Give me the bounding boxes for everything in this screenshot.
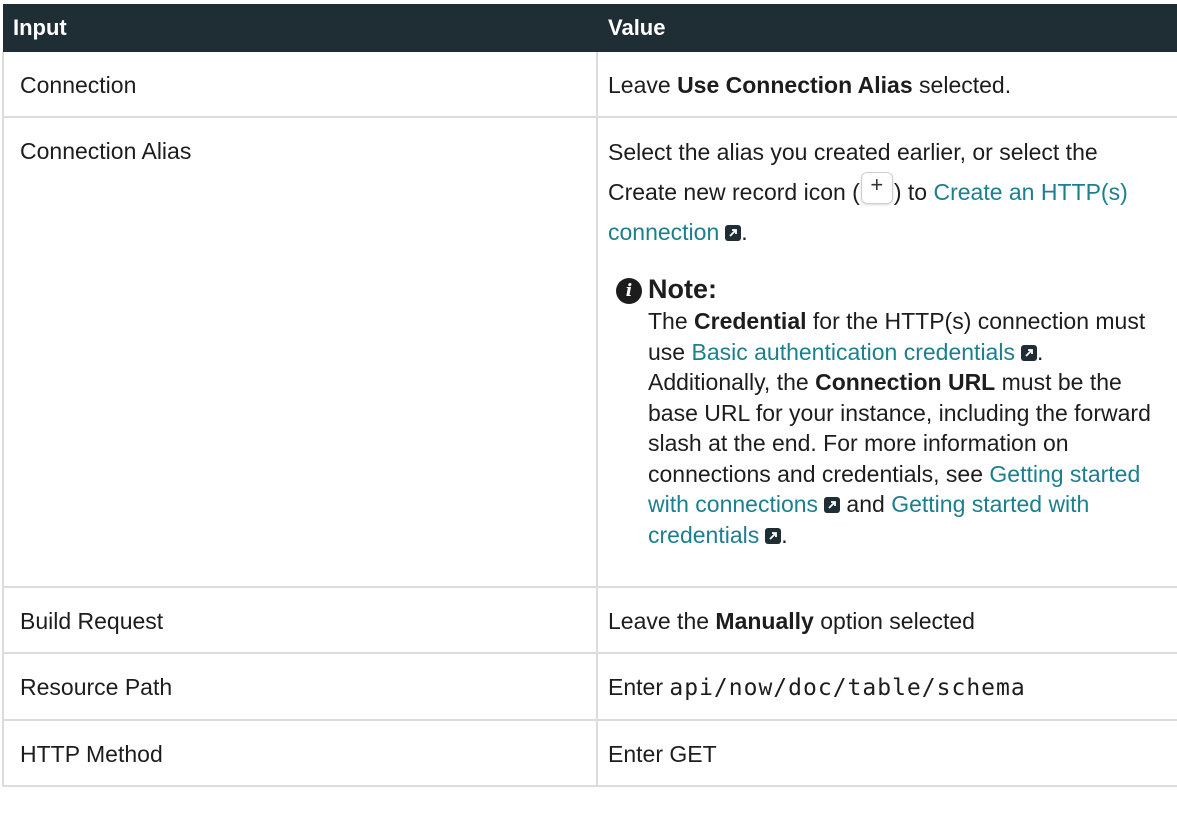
table-row: HTTP Method Enter GET (2, 720, 1177, 787)
external-link-icon (1020, 344, 1037, 361)
note-title: Note: (648, 274, 717, 304)
table-row: Resource Path Enter api/now/doc/table/sc… (2, 653, 1177, 721)
value-bold-text: Manually (715, 608, 814, 634)
value-text: Enter (608, 741, 670, 767)
input-cell: Connection Alias (2, 117, 598, 588)
table-row: Connection Leave Use Connection Alias se… (2, 52, 1177, 118)
value-text: selected. (912, 72, 1012, 98)
note-body: The Credential for the HTTP(s) connectio… (648, 308, 1151, 548)
value-cell: Select the alias you created earlier, or… (597, 117, 1177, 588)
value-text: . (741, 219, 748, 245)
value-text: Leave the (608, 608, 716, 634)
value-text: Leave (608, 72, 678, 98)
inputs-table: Input Value Connection Leave Use Connect… (2, 4, 1177, 787)
column-header-value: Value (597, 4, 1177, 52)
value-cell: Leave Use Connection Alias selected. (597, 52, 1177, 118)
column-header-input: Input (3, 4, 598, 52)
table-row: Build Request Leave the Manually option … (2, 587, 1177, 654)
code-value: GET (669, 741, 717, 767)
note-box: i Note: The Credential for the HTTP(s) c… (616, 272, 1170, 550)
basic-auth-credentials-link[interactable]: Basic authentication credentials (691, 339, 1037, 365)
input-cell: Resource Path (2, 653, 598, 721)
value-cell: Enter GET (597, 720, 1177, 787)
value-text: ) to (893, 179, 934, 205)
code-value: api/now/doc/table/schema (669, 675, 1026, 701)
table-row: Connection Alias Select the alias you cr… (2, 117, 1177, 588)
external-link-icon (765, 527, 782, 544)
input-cell: HTTP Method (2, 720, 598, 787)
value-text: option selected (813, 608, 975, 634)
input-cell: Build Request (2, 587, 598, 654)
external-link-icon (725, 225, 742, 241)
value-cell: Enter api/now/doc/table/schema (597, 653, 1177, 721)
table-header-row: Input Value (3, 4, 1177, 52)
value-cell: Leave the Manually option selected (597, 587, 1177, 654)
create-new-record-icon: + (860, 172, 893, 204)
info-icon: i (616, 278, 642, 304)
input-cell: Connection (2, 52, 598, 118)
external-link-icon (824, 497, 841, 513)
value-text: Enter (608, 674, 670, 700)
value-bold-text: Use Connection Alias (677, 72, 913, 98)
